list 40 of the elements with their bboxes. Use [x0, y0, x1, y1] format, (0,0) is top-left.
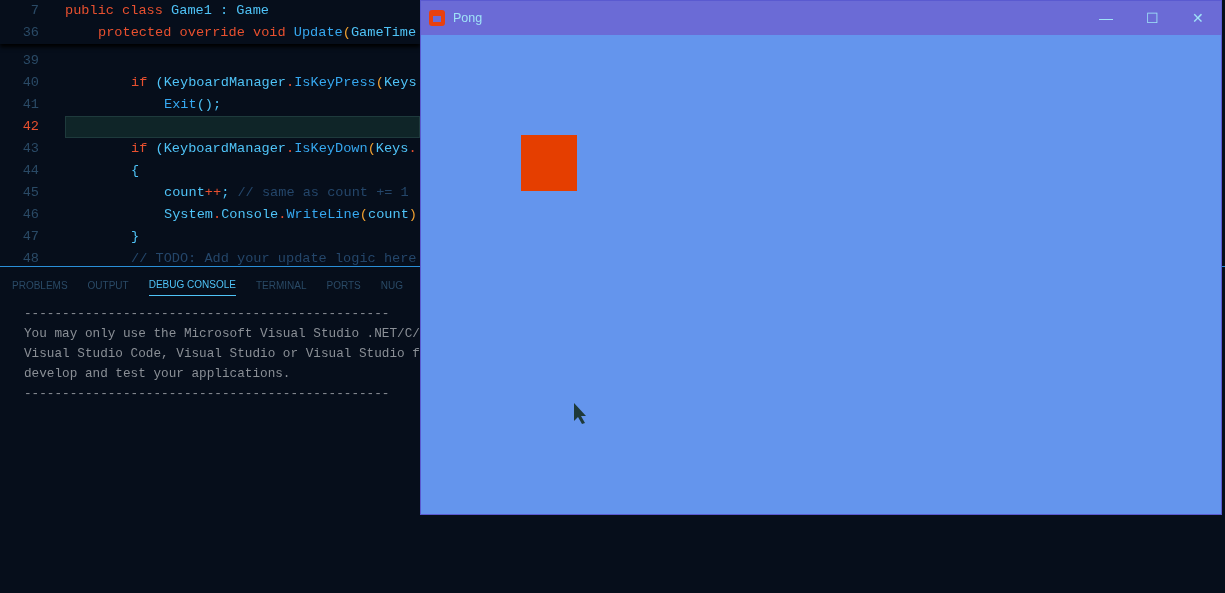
line-number: 40 [21, 73, 39, 92]
maximize-button[interactable]: ☐ [1129, 1, 1175, 35]
minimize-button[interactable]: — [1083, 1, 1129, 35]
app-icon [429, 10, 445, 26]
square-sprite [521, 135, 577, 191]
panel-tab[interactable]: PORTS [326, 275, 361, 296]
console-line: You may only use the Microsoft Visual Studio .NET/C/ [24, 325, 421, 343]
panel-tab[interactable]: DEBUG CONSOLE [148, 275, 236, 296]
line-number: 44 [21, 161, 39, 180]
line-number: 45 [21, 183, 39, 202]
code-line: Exit(); [163, 96, 222, 114]
panel-tab[interactable]: OUTPUT [87, 275, 129, 296]
line-number: 41 [21, 95, 39, 114]
line-number: 43 [21, 139, 39, 158]
line-number: 42 [21, 117, 39, 136]
close-button[interactable]: ✕ [1175, 1, 1221, 35]
code-line: count++; // same as count += 1 [163, 184, 409, 202]
code-line: // TODO: Add your update logic here [130, 250, 417, 266]
code-line: if (KeyboardManager.IsKeyDown(Keys. [130, 140, 417, 158]
code-line: System.Console.WriteLine(count) [163, 206, 417, 224]
code-line: { [130, 162, 140, 180]
line-number: 36 [21, 23, 39, 42]
code-line: protected override void Update(GameTime [97, 24, 417, 42]
line-number: 47 [21, 227, 39, 246]
line-number: 39 [21, 51, 39, 70]
console-line: develop and test your applications. [24, 365, 292, 383]
console-separator: ------------------------------------------------ [24, 385, 391, 403]
panel-tab[interactable]: NUG [380, 275, 403, 296]
window-title: Pong [453, 9, 484, 27]
code-line: public class Game1 : Game [65, 2, 269, 20]
panel-tab[interactable]: TERMINAL [255, 275, 307, 296]
mouse-pointer-icon [573, 402, 587, 425]
code-line: } [130, 228, 140, 246]
line-number: 7 [29, 1, 39, 20]
line-number: 48 [21, 249, 39, 266]
console-separator: ------------------------------------------------ [24, 305, 391, 323]
line-number: 46 [21, 205, 39, 224]
code-line: if (KeyboardManager.IsKeyPress(Keys [130, 74, 417, 92]
console-line: Visual Studio Code, Visual Studio or Visual Studio f [24, 345, 421, 363]
panel-tab[interactable]: PROBLEMS [12, 275, 68, 296]
